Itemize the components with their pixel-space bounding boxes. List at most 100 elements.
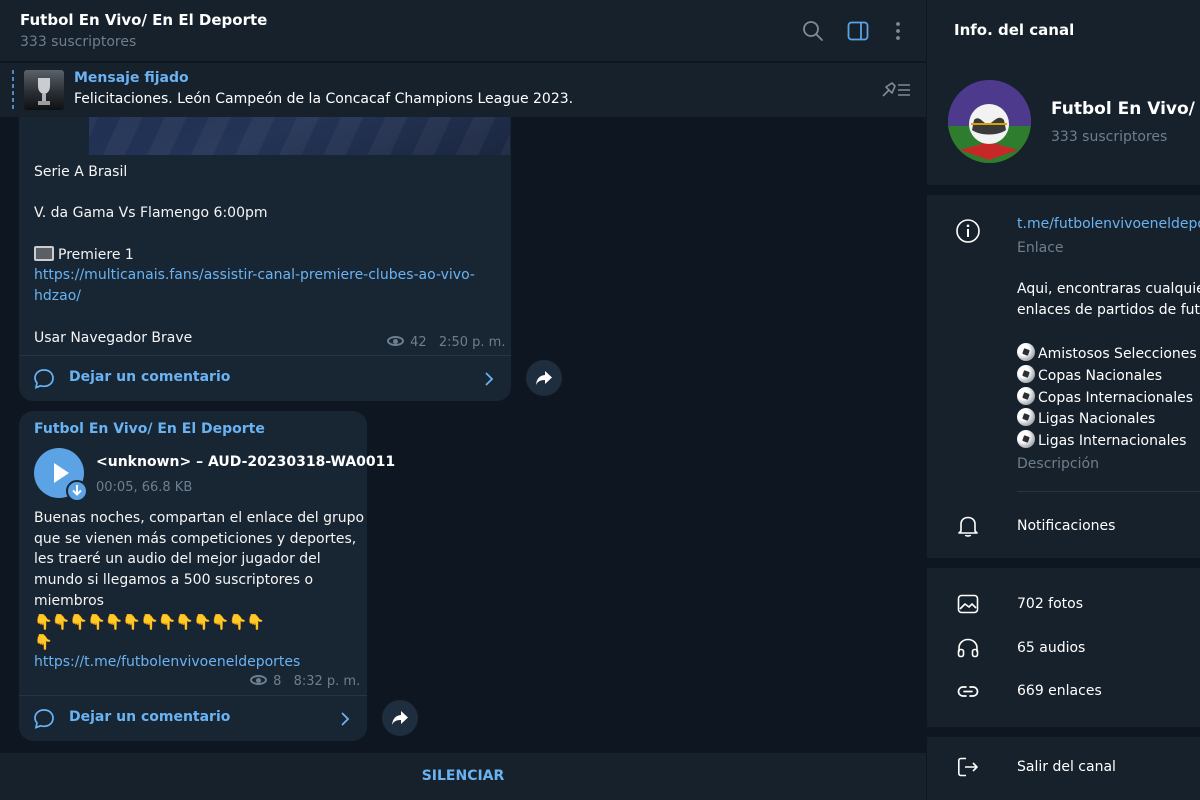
download-button[interactable] <box>66 480 88 502</box>
section-divider <box>927 558 1200 568</box>
soccer-ball-icon <box>948 80 1031 163</box>
category-label: Copas Nacionales <box>1038 368 1163 384</box>
message-link[interactable]: https://t.me/futbolenvivoeneldeportes <box>34 652 364 673</box>
channel-info-panel: Info. del canal Futbol En Vivo/ En El De… <box>926 0 1200 800</box>
description-line: Aqui, encontraras cualquier tipo de <box>1017 281 1200 297</box>
link-icon <box>957 686 979 697</box>
views-count: 8 <box>273 674 282 689</box>
message-link[interactable]: https://multicanais.fans/assistir-canal-… <box>34 265 475 286</box>
subscriber-count: 333 suscriptores <box>1051 129 1168 145</box>
photos-count: 702 fotos <box>1017 596 1084 612</box>
category-label: Ligas Internacionales <box>1038 433 1187 449</box>
subscriber-count: 333 suscriptores <box>20 34 137 50</box>
message-bubble[interactable]: Serie A Brasil V. da Gama Vs Flamengo 6:… <box>19 90 511 401</box>
soccer-ball-icon <box>1017 343 1035 361</box>
chevron-right-icon <box>485 372 494 386</box>
bottom-bar: SILENCIAR <box>0 753 926 800</box>
divider <box>1017 491 1200 492</box>
message-meta: 42 2:50 p. m. <box>387 335 505 350</box>
audio-title: <unknown> – AUD-20230318-WA0011 <box>96 454 396 470</box>
message-line: V. da Gama Vs Flamengo 6:00pm <box>34 205 268 222</box>
chat-header[interactable]: Futbol En Vivo/ En El Deporte 333 suscri… <box>0 0 926 62</box>
category-item: Ligas Nacionales <box>1017 408 1155 431</box>
soccer-ball-icon <box>1017 408 1035 426</box>
message-line: miembros <box>34 592 104 609</box>
message-time: 8:32 p. m. <box>293 674 361 689</box>
message-line: que se vienen más competiciones y deport… <box>34 530 357 547</box>
message-bubble[interactable]: Futbol En Vivo/ En El Deporte <unknown> … <box>19 411 395 741</box>
search-icon[interactable] <box>801 19 825 43</box>
comment-label: Dejar un comentario <box>69 369 231 385</box>
media-audios-row[interactable]: 65 audios <box>927 626 1200 670</box>
links-count: 669 enlaces <box>1017 683 1102 699</box>
link-label: Enlace <box>1017 240 1064 256</box>
mute-button[interactable]: SILENCIAR <box>0 753 926 800</box>
category-label: Ligas Nacionales <box>1038 411 1156 427</box>
message-text: Serie A Brasil V. da Gama Vs Flamengo 6:… <box>34 162 475 348</box>
chat-area: Serie A Brasil V. da Gama Vs Flamengo 6:… <box>0 0 926 800</box>
info-icon <box>956 219 980 243</box>
notifications-label: Notificaciones <box>1017 518 1116 534</box>
comment-icon <box>34 369 54 389</box>
unpin-icon[interactable] <box>880 78 912 100</box>
channel-link[interactable]: t.me/futbolenvivoeneldeportes <box>1017 216 1200 232</box>
message-line: mundo si llegamos a 500 suscriptores o <box>34 572 314 589</box>
channel-label: Premiere 1 <box>58 246 134 263</box>
forward-button[interactable] <box>382 700 418 736</box>
views-icon <box>387 336 404 346</box>
leave-channel-row[interactable]: Salir del canal <box>927 745 1200 789</box>
comment-row[interactable]: Dejar un comentario <box>19 355 511 401</box>
message-meta: 8 8:32 p. m. <box>250 674 360 689</box>
channel-avatar[interactable] <box>948 80 1031 163</box>
soccer-ball-icon <box>1017 387 1035 405</box>
forward-icon <box>392 711 408 725</box>
description-line: enlaces de partidos de futbol <box>1017 302 1200 318</box>
notifications-row[interactable]: Notificaciones <box>927 500 1200 552</box>
message-line: Serie A Brasil <box>34 164 128 180</box>
section-divider <box>927 185 1200 195</box>
more-options-icon[interactable] <box>886 19 910 43</box>
soccer-ball-icon <box>1017 430 1035 448</box>
download-icon <box>72 485 82 496</box>
forward-button[interactable] <box>526 360 562 396</box>
comment-icon <box>34 709 54 729</box>
headphones-icon <box>957 638 979 658</box>
chevron-right-icon <box>341 712 350 726</box>
leave-channel-label: Salir del canal <box>1017 759 1116 775</box>
soccer-ball-icon <box>1017 365 1035 383</box>
views-count: 42 <box>410 335 427 350</box>
category-item: Ligas Internacionales <box>1017 430 1186 453</box>
description-label: Descripción <box>1017 456 1099 472</box>
photo-icon <box>957 594 979 614</box>
category-label: Amistosos Selecciones <box>1038 346 1197 362</box>
trophy-icon <box>38 78 50 105</box>
media-links-row[interactable]: 669 enlaces <box>927 669 1200 713</box>
channel-name: Futbol En Vivo/ En El Deporte <box>1051 99 1200 119</box>
category-item: Amistosos Selecciones <box>1017 343 1197 366</box>
message-link[interactable]: hdzao/ <box>34 286 475 307</box>
message-line: Premiere 1 <box>34 245 475 266</box>
tv-icon <box>34 245 54 261</box>
pinned-text: Felicitaciones. León Campeón de la Conca… <box>74 91 574 107</box>
views-icon <box>250 675 267 685</box>
category-item: Copas Internacionales <box>1017 387 1193 410</box>
exit-icon <box>958 757 978 777</box>
media-photos-row[interactable]: 702 fotos <box>927 582 1200 626</box>
forward-icon <box>536 371 552 385</box>
bell-icon <box>958 516 978 537</box>
sidebar-toggle-icon[interactable] <box>846 19 870 43</box>
message-line: les traeré un audio del mejor jugador de… <box>34 551 321 568</box>
category-label: Copas Internacionales <box>1038 390 1194 406</box>
audio-meta: 00:05, 66.8 KB <box>96 480 193 495</box>
pinned-indicator <box>12 70 14 110</box>
message-line: Buenas noches, compartan el enlace del g… <box>34 510 365 526</box>
section-divider <box>927 727 1200 737</box>
chat-title[interactable]: Futbol En Vivo/ En El Deporte <box>20 11 267 29</box>
comment-row[interactable]: Dejar un comentario <box>19 695 367 741</box>
audios-count: 65 audios <box>1017 640 1086 656</box>
pinned-message-bar[interactable]: Mensaje fijado Felicitaciones. León Camp… <box>0 63 926 117</box>
pinned-thumbnail <box>24 70 64 110</box>
message-author[interactable]: Futbol En Vivo/ En El Deporte <box>34 421 265 437</box>
message-text: Buenas noches, compartan el enlace del g… <box>34 508 364 672</box>
emoji-row: 👇 <box>34 632 53 651</box>
